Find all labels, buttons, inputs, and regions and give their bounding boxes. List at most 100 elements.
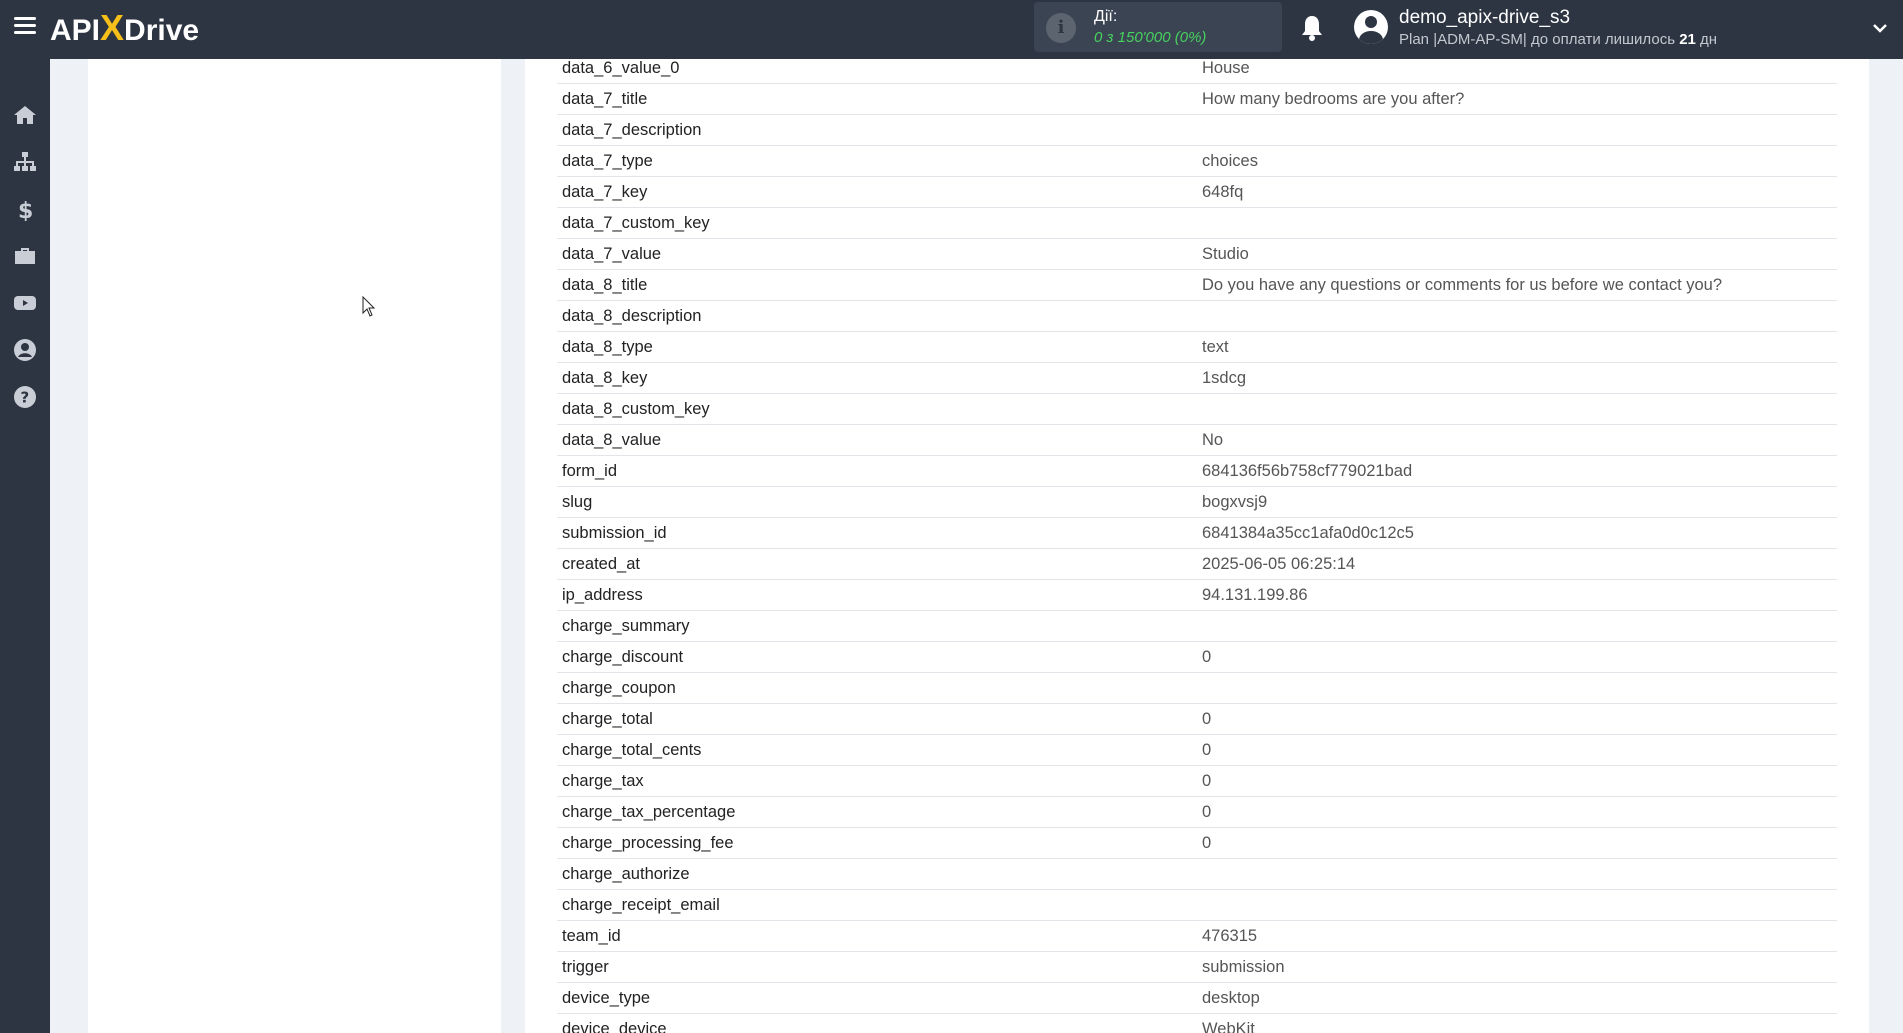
table-row: charge_total_cents 0 <box>557 735 1837 766</box>
field-key: charge_processing_fee <box>562 834 734 852</box>
dollar-icon: $ <box>18 199 33 221</box>
field-value: 0 <box>1202 803 1212 821</box>
field-key: trigger <box>562 958 609 976</box>
table-row: form_id 684136f56b758cf779021bad <box>557 456 1837 487</box>
table-row: data_8_description <box>557 301 1837 332</box>
field-value: 6841384a35cc1afa0d0c12c5 <box>1202 524 1414 542</box>
field-value: bogxvsj9 <box>1202 493 1268 511</box>
field-key: data_8_description <box>562 307 702 325</box>
actions-count: 0 з 150'000 (0%) <box>1094 29 1207 46</box>
table-row: data_8_type text <box>557 332 1837 363</box>
sidebar-item-help[interactable]: ? <box>0 374 50 420</box>
home-icon <box>14 106 36 124</box>
field-key: charge_total <box>562 710 653 728</box>
field-value: submission <box>1202 958 1285 976</box>
field-key: data_8_custom_key <box>562 400 710 418</box>
sidebar-item-billing[interactable]: $ <box>0 186 50 232</box>
sidebar-item-profile[interactable] <box>0 327 50 373</box>
table-row: data_7_value Studio <box>557 239 1837 270</box>
table-row: charge_coupon <box>557 673 1837 704</box>
field-key: slug <box>562 493 593 511</box>
left-panel <box>88 59 501 1033</box>
field-value: text <box>1202 338 1229 356</box>
field-value: 2025-06-05 06:25:14 <box>1202 555 1356 573</box>
table-row: data_8_custom_key <box>557 394 1837 425</box>
field-key: charge_receipt_email <box>562 896 720 914</box>
sidebar-item-videos[interactable] <box>0 280 50 326</box>
table-row: device_device WebKit <box>557 1014 1837 1033</box>
table-row: team_id 476315 <box>557 921 1837 952</box>
table-row: charge_authorize <box>557 859 1837 890</box>
top-bar: APIXDrive i Дії: 0 з 150'000 (0%) demo_a… <box>0 0 1903 59</box>
table-row: trigger submission <box>557 952 1837 983</box>
sidebar-item-services[interactable] <box>0 233 50 279</box>
field-value: 684136f56b758cf779021bad <box>1202 462 1413 480</box>
table-row: slug bogxvsj9 <box>557 487 1837 518</box>
logo-api-text: API <box>50 14 101 47</box>
table-row: ip_address 94.131.199.86 <box>557 580 1837 611</box>
table-row: data_7_custom_key <box>557 208 1837 239</box>
table-row: charge_receipt_email <box>557 890 1837 921</box>
logo-x-text: X <box>100 7 125 48</box>
apix-drive-logo[interactable]: APIXDrive <box>50 8 199 51</box>
field-key: charge_tax_percentage <box>562 803 736 821</box>
table-row: data_7_description <box>557 115 1837 146</box>
field-key: data_7_title <box>562 90 648 108</box>
field-key: device_type <box>562 989 651 1007</box>
logo-drive-text: Drive <box>124 14 200 47</box>
sitemap-icon <box>14 152 36 171</box>
data-table: data_6_value_0 House data_7_title How many … <box>557 53 1837 1033</box>
field-key: data_7_key <box>562 183 648 201</box>
field-key: charge_authorize <box>562 865 690 883</box>
help-icon: ? <box>14 386 36 408</box>
field-key: data_7_custom_key <box>562 214 710 232</box>
table-row: data_6_value_0 House <box>557 53 1837 84</box>
field-value: Do you have any questions or comments fo… <box>1202 276 1723 294</box>
table-row: submission_id 6841384a35cc1afa0d0c12c5 <box>557 518 1837 549</box>
field-key: charge_coupon <box>562 679 676 697</box>
table-row: charge_discount 0 <box>557 642 1837 673</box>
field-key: data_8_type <box>562 338 653 356</box>
field-value: 0 <box>1202 834 1212 852</box>
field-key: data_6_value_0 <box>562 59 680 77</box>
chevron-down-icon[interactable] <box>1872 20 1888 36</box>
field-key: charge_total_cents <box>562 741 702 759</box>
table-row: data_7_title How many bedrooms are you af… <box>557 84 1837 115</box>
svg-text:$: $ <box>18 199 33 221</box>
table-row: charge_tax 0 <box>557 766 1837 797</box>
actions-label: Дії: <box>1094 8 1118 25</box>
mouse-cursor-icon <box>362 296 376 317</box>
table-row: device_type desktop <box>557 983 1837 1014</box>
info-icon: i <box>1046 13 1076 43</box>
sidebar-item-connections[interactable] <box>0 139 50 185</box>
field-value: 476315 <box>1202 927 1258 945</box>
table-row: charge_total 0 <box>557 704 1837 735</box>
field-key: charge_tax <box>562 772 644 790</box>
field-value: desktop <box>1202 989 1260 1007</box>
table-row: data_8_key 1sdcg <box>557 363 1837 394</box>
field-key: ip_address <box>562 586 643 604</box>
table-row: data_8_value No <box>557 425 1837 456</box>
field-key: team_id <box>562 927 621 945</box>
field-value: 0 <box>1202 741 1212 759</box>
field-value: 94.131.199.86 <box>1202 586 1308 604</box>
avatar[interactable] <box>1354 10 1388 44</box>
field-value: How many bedrooms are you after? <box>1202 90 1465 108</box>
actions-counter[interactable]: i Дії: 0 з 150'000 (0%) <box>1034 2 1282 52</box>
field-key: data_8_key <box>562 369 648 387</box>
username[interactable]: demo_apix-drive_s3 <box>1399 7 1570 29</box>
field-value: House <box>1202 59 1250 77</box>
hamburger-menu-icon[interactable] <box>14 17 36 35</box>
field-value: WebKit <box>1202 1020 1255 1033</box>
table-row: data_8_title Do you have any questions or… <box>557 270 1837 301</box>
table-row: charge_summary <box>557 611 1837 642</box>
bell-icon[interactable] <box>1300 14 1324 42</box>
table-row: charge_processing_fee 0 <box>557 828 1837 859</box>
field-value: 0 <box>1202 710 1212 728</box>
field-key: charge_discount <box>562 648 684 666</box>
right-panel: data_6_value_0 House data_7_title How many … <box>525 59 1869 1033</box>
sidebar-item-home[interactable] <box>0 92 50 138</box>
field-key: device_device <box>562 1020 667 1033</box>
field-value: 1sdcg <box>1202 369 1247 387</box>
field-key: data_7_value <box>562 245 662 263</box>
